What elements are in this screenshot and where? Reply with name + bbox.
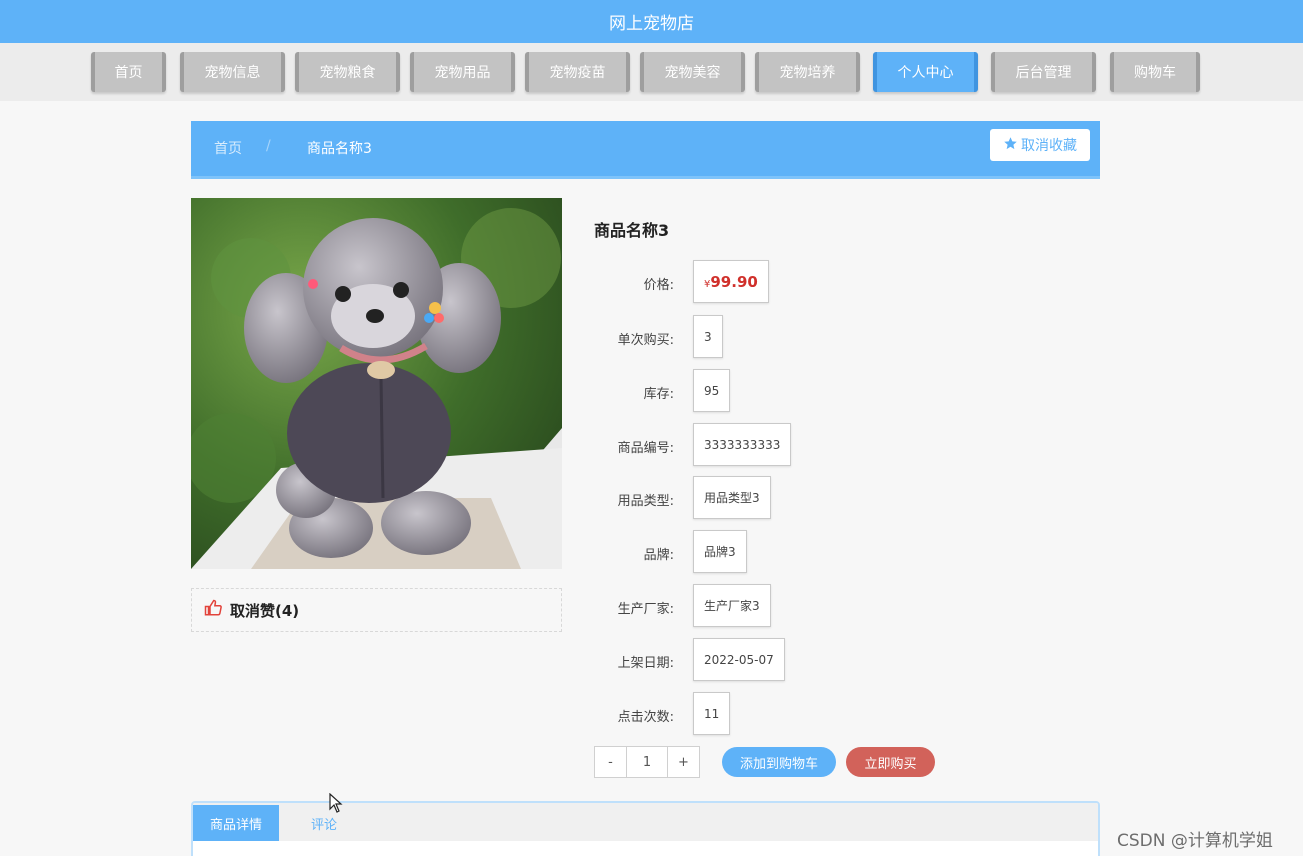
tab-comments[interactable]: 评论 [279,805,369,841]
product-code-label: 商品编号: [617,441,674,456]
stock-value: 95 [693,369,731,412]
single-purchase-label: 单次购买: [617,333,674,348]
nav-item-personal-center[interactable]: 个人中心 [873,52,978,92]
nav-item-pet-info[interactable]: 宠物信息 [180,52,285,92]
buy-now-button[interactable]: 立即购买 [846,747,935,777]
stock-label: 库存: [643,387,674,402]
nav-item-pet-training[interactable]: 宠物培养 [755,52,860,92]
breadcrumb-home[interactable]: 首页 [214,138,242,158]
unfavorite-button[interactable]: 取消收藏 [990,129,1090,161]
nav-item-home[interactable]: 首页 [91,52,166,92]
manufacturer-label: 生产厂家: [617,602,674,617]
single-purchase-value: 3 [693,315,723,358]
quantity-input[interactable]: 1 [626,747,668,777]
nav-item-pet-food[interactable]: 宠物粮食 [295,52,400,92]
listing-date-label: 上架日期: [617,656,674,671]
add-to-cart-button[interactable]: 添加到购物车 [722,747,836,777]
thumbs-up-icon [204,599,222,621]
nav-item-pet-supplies[interactable]: 宠物用品 [410,52,515,92]
product-image [191,198,562,569]
manufacturer-value: 生产厂家3 [693,584,771,627]
nav-item-cart[interactable]: 购物车 [1110,52,1200,92]
breadcrumb-separator: / [266,138,271,154]
app-title: 网上宠物店 [609,14,694,34]
main-nav: 首页 宠物信息 宠物粮食 宠物用品 宠物疫苗 宠物美容 宠物培养 个人中心 后台… [0,43,1303,101]
star-icon [1003,136,1018,155]
brand-value: 品牌3 [693,530,747,573]
app-header: 网上宠物店 [0,0,1303,43]
unlike-button[interactable]: 取消赞(4) [191,588,562,632]
listing-date-value: 2022-05-07 [693,638,785,681]
quantity-stepper: - 1 + [594,746,700,778]
nav-item-pet-vaccine[interactable]: 宠物疫苗 [525,52,630,92]
product-name: 商品名称3 [594,221,670,240]
click-count-label: 点击次数: [617,710,674,725]
supply-type-value: 用品类型3 [693,476,771,519]
breadcrumb-current: 商品名称3 [307,141,372,157]
unlike-label: 取消赞(4) [230,601,300,620]
price-amount: 99.90 [710,272,758,291]
supply-type-label: 用品类型: [617,494,674,509]
nav-item-admin[interactable]: 后台管理 [991,52,1096,92]
detail-tabs: 商品详情 评论 [191,801,1100,856]
brand-label: 品牌: [643,548,674,563]
watermark: CSDN @计算机学姐 [1117,831,1273,851]
click-count-value: 11 [693,692,731,735]
quantity-decrease-button[interactable]: - [595,747,626,777]
product-code-value: 3333333333 [693,423,792,466]
breadcrumb: 首页 / 商品名称3 取消收藏 [191,121,1100,179]
tab-product-details[interactable]: 商品详情 [193,805,279,841]
unfavorite-label: 取消收藏 [1021,138,1077,154]
nav-item-pet-grooming[interactable]: 宠物美容 [640,52,745,92]
mouse-cursor-icon [329,792,343,817]
quantity-increase-button[interactable]: + [668,747,699,777]
price-value: ¥99.90 [693,260,769,303]
price-label: 价格: [643,278,674,293]
